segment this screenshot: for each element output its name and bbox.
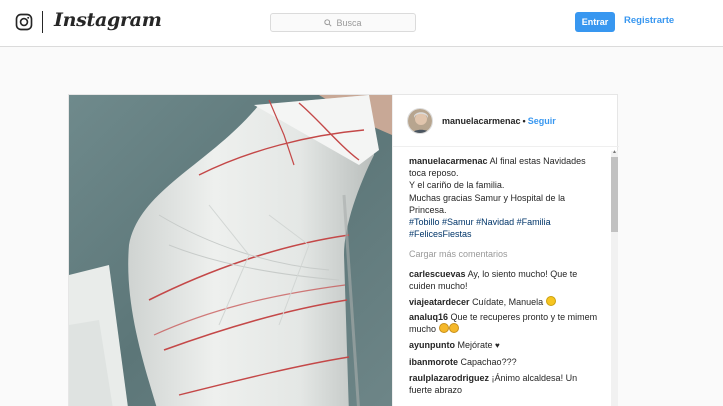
search-icon [324,18,333,27]
caption-line: Y el cariño de la familia. [409,180,505,191]
heart-emoji-icon: ♥ [495,341,500,351]
post-owner-line: manuelacarmenac • Seguir [442,116,556,126]
hashtag-link[interactable]: #Familia [517,217,551,227]
comment-text: Capachao??? [460,356,517,367]
smile-emoji-icon [545,295,556,306]
caption-line: toca reposo. [409,168,459,179]
logo-divider [42,11,43,33]
caption-line: Muchas gracias Samur y Hospital de la [409,192,566,203]
tongue-emoji-icon [448,323,459,334]
search-input[interactable]: Busca [270,13,416,32]
hashtag-link[interactable]: #Navidad [476,217,514,227]
comment-text: Mejórate [457,340,493,351]
post-sidebar: manuelacarmenac • Seguir manuelacarmenac A… [392,95,619,406]
comment-username[interactable]: viajeatardecer [409,297,470,307]
signup-link[interactable]: Registrarte [624,15,674,26]
owner-username[interactable]: manuelacarmenac [442,116,521,126]
instagram-camera-icon[interactable] [15,13,33,31]
comment-username[interactable]: analuq16 [409,312,448,322]
caption-line: Al final estas Navidades [489,156,586,166]
hashtag-link[interactable]: #Samur [442,217,474,227]
tongue-emoji-icon [438,323,449,334]
comment-username[interactable]: ibanmorote [409,357,458,367]
load-more-comments[interactable]: Cargar más comentarios [409,248,600,260]
hashtag-link[interactable]: #Tobillo [409,217,440,227]
brand-wordmark[interactable]: Instagram [54,9,162,31]
top-navigation-bar: Instagram Busca Entrar Registrarte [0,0,723,47]
comment-item: viajeatardecer Cuídate, Manuela [409,295,600,308]
comments-scroll-thumb[interactable] [611,157,618,232]
comment-item: carlescuevas Ay, lo siento mucho! Que te… [409,268,600,292]
login-button[interactable]: Entrar [575,12,615,32]
post-photo[interactable] [69,95,392,406]
post-caption: manuelacarmenac Al final estas Navidades… [409,155,600,240]
comment-username[interactable]: ayunpunto [409,340,455,350]
post-header: manuelacarmenac • Seguir [393,95,619,147]
bandaged-ankle-image [69,95,392,406]
comment-item: ayunpunto Mejórate ♥ [409,339,600,352]
follow-button[interactable]: Seguir [528,116,556,126]
comment-item: analuq16 Que te recuperes pronto y te mi… [409,311,600,335]
comment-username[interactable]: carlescuevas [409,269,466,279]
hashtag-link[interactable]: #FelicesFiestas [409,229,472,239]
comment-text: Cuídate, Manuela [472,296,544,307]
comment-username[interactable]: raulplazarodriguez [409,373,489,383]
separator-dot: • [522,116,526,126]
caption-username[interactable]: manuelacarmenac [409,156,488,166]
post-card: manuelacarmenac • Seguir manuelacarmenac A… [68,94,619,406]
search-placeholder: Busca [336,17,362,28]
comment-item: raulplazarodriguez ¡Ánimo alcaldesa! Un … [409,372,600,396]
scroll-up-arrow-icon[interactable]: ▲ [611,149,618,155]
comment-item: ibanmorote Capachao??? [409,356,600,368]
comments-panel[interactable]: manuelacarmenac Al final estas Navidades… [393,147,620,406]
caption-line: Princesa. [409,204,447,215]
user-avatar[interactable] [407,108,433,134]
